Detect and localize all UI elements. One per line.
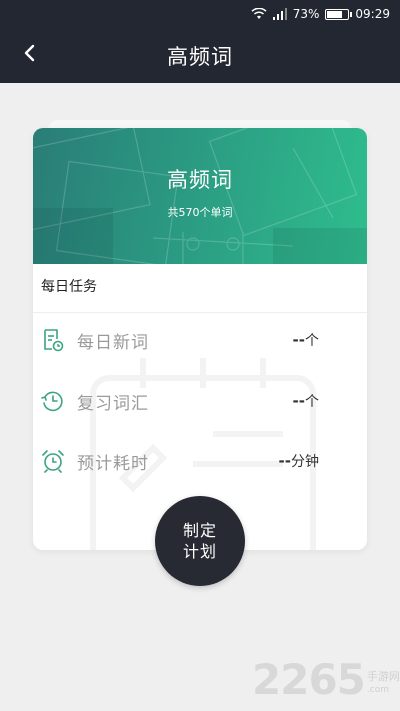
value-unit: 分钟 (291, 454, 319, 470)
word-list-banner: 高频词 共570个单词 (33, 128, 367, 264)
value-unit: 个 (305, 333, 319, 349)
word-list-card: 高频词 共570个单词 每日任务 每日新词 --个 复习词汇 --个 预计耗时 … (33, 128, 367, 550)
watermark-text: 手游网 (366, 670, 400, 683)
plan-button-line1: 制定 (182, 521, 217, 540)
watermark-number: 2265 (252, 655, 366, 704)
new-word-doc-icon (41, 328, 65, 352)
clock-time: 09:29 (355, 7, 390, 21)
daily-new-words-row: 每日新词 --个 (41, 323, 359, 357)
word-count: 共570个单词 (167, 206, 233, 219)
row-label: 预计耗时 (77, 453, 149, 474)
page-title: 高频词 (167, 44, 233, 69)
nav-bar: 高频词 (0, 28, 400, 83)
status-bar: 73% 09:29 (0, 0, 400, 28)
watermark-text-block: 手游网 .com (367, 671, 400, 696)
battery-icon (325, 8, 353, 20)
value-unit: 个 (305, 394, 319, 410)
banner-title: 高频词 (167, 168, 233, 192)
divider (33, 312, 367, 313)
plan-button-line2: 计划 (182, 542, 217, 561)
value-number: -- (278, 452, 291, 470)
signal-icon (272, 8, 287, 20)
value-number: -- (292, 331, 305, 349)
row-value: --分钟 (279, 451, 319, 471)
watermark-suffix: .com (366, 685, 389, 695)
review-words-row: 复习词汇 --个 (41, 384, 359, 418)
row-label: 每日新词 (77, 332, 149, 353)
row-value: --个 (293, 391, 319, 411)
site-watermark: 2265 手游网 .com (252, 655, 400, 704)
chevron-left-icon (22, 44, 36, 66)
daily-task-label: 每日任务 (41, 279, 97, 295)
clock-history-icon (41, 389, 65, 413)
battery-percent: 73% (292, 7, 320, 21)
make-plan-button[interactable]: 制定 计划 (155, 496, 245, 586)
alarm-clock-icon (41, 449, 65, 473)
back-button[interactable] (14, 40, 44, 70)
value-number: -- (292, 392, 305, 410)
row-label: 复习词汇 (77, 393, 149, 414)
row-value: --个 (293, 330, 319, 350)
estimated-time-row: 预计耗时 --分钟 (41, 444, 359, 478)
banner-decoration-image (33, 128, 367, 264)
wifi-icon (251, 8, 267, 20)
